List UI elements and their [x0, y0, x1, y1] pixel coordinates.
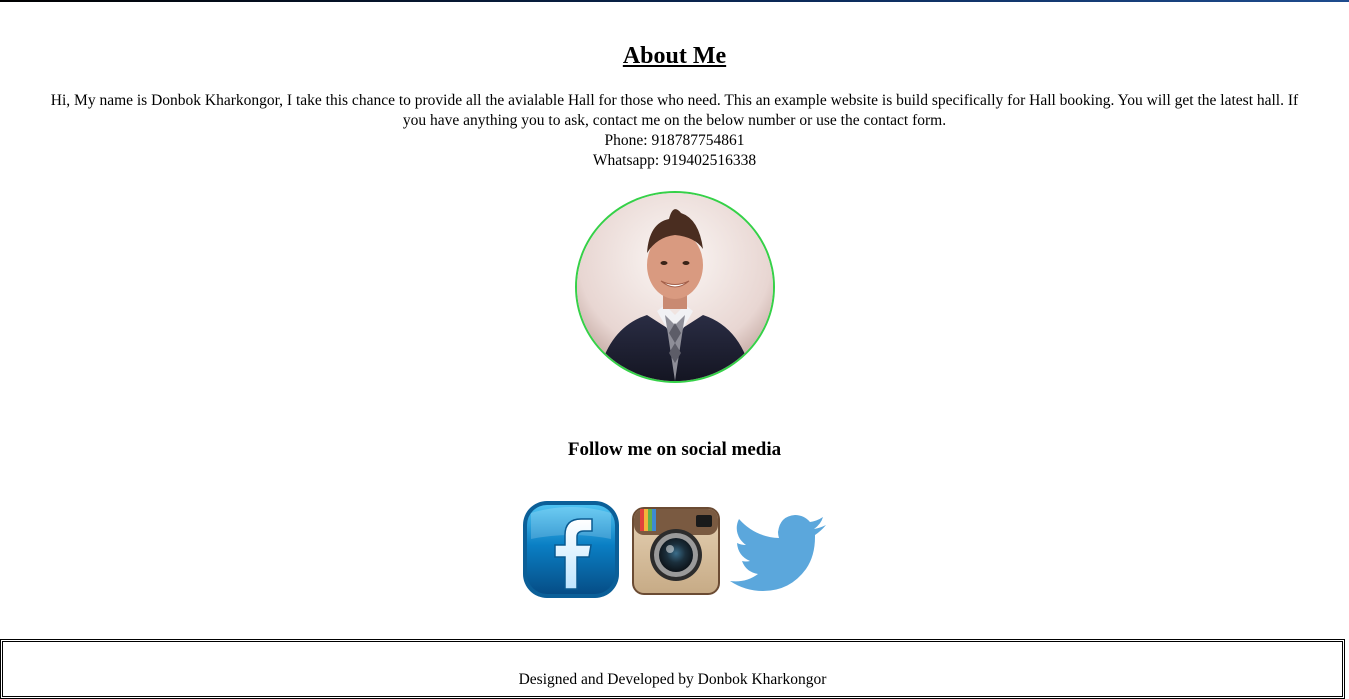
- about-intro-line-1: Hi, My name is Donbok Kharkongor, I take…: [50, 92, 1299, 109]
- phone-number: Phone: 918787754861: [604, 132, 745, 149]
- about-description: Hi, My name is Donbok Kharkongor, I take…: [24, 91, 1325, 171]
- profile-photo: [575, 191, 775, 383]
- footer: Designed and Developed by Donbok Kharkon…: [0, 639, 1345, 699]
- instagram-icon: [632, 507, 720, 595]
- instagram-link[interactable]: [630, 505, 722, 597]
- social-section-title: Follow me on social media: [567, 439, 782, 460]
- facebook-icon: [523, 501, 619, 598]
- twitter-link[interactable]: [728, 511, 829, 601]
- facebook-link[interactable]: [521, 499, 621, 600]
- footer-credit: Designed and Developed by Donbok Kharkon…: [518, 671, 827, 688]
- profile-photo-image: [577, 193, 773, 381]
- top-border: [0, 0, 1349, 2]
- twitter-icon: [730, 515, 826, 591]
- whatsapp-number: Whatsapp: 919402516338: [592, 152, 757, 169]
- page-title: About Me: [622, 43, 727, 69]
- about-intro-line-2: you have anything you to ask, contact me…: [402, 112, 947, 129]
